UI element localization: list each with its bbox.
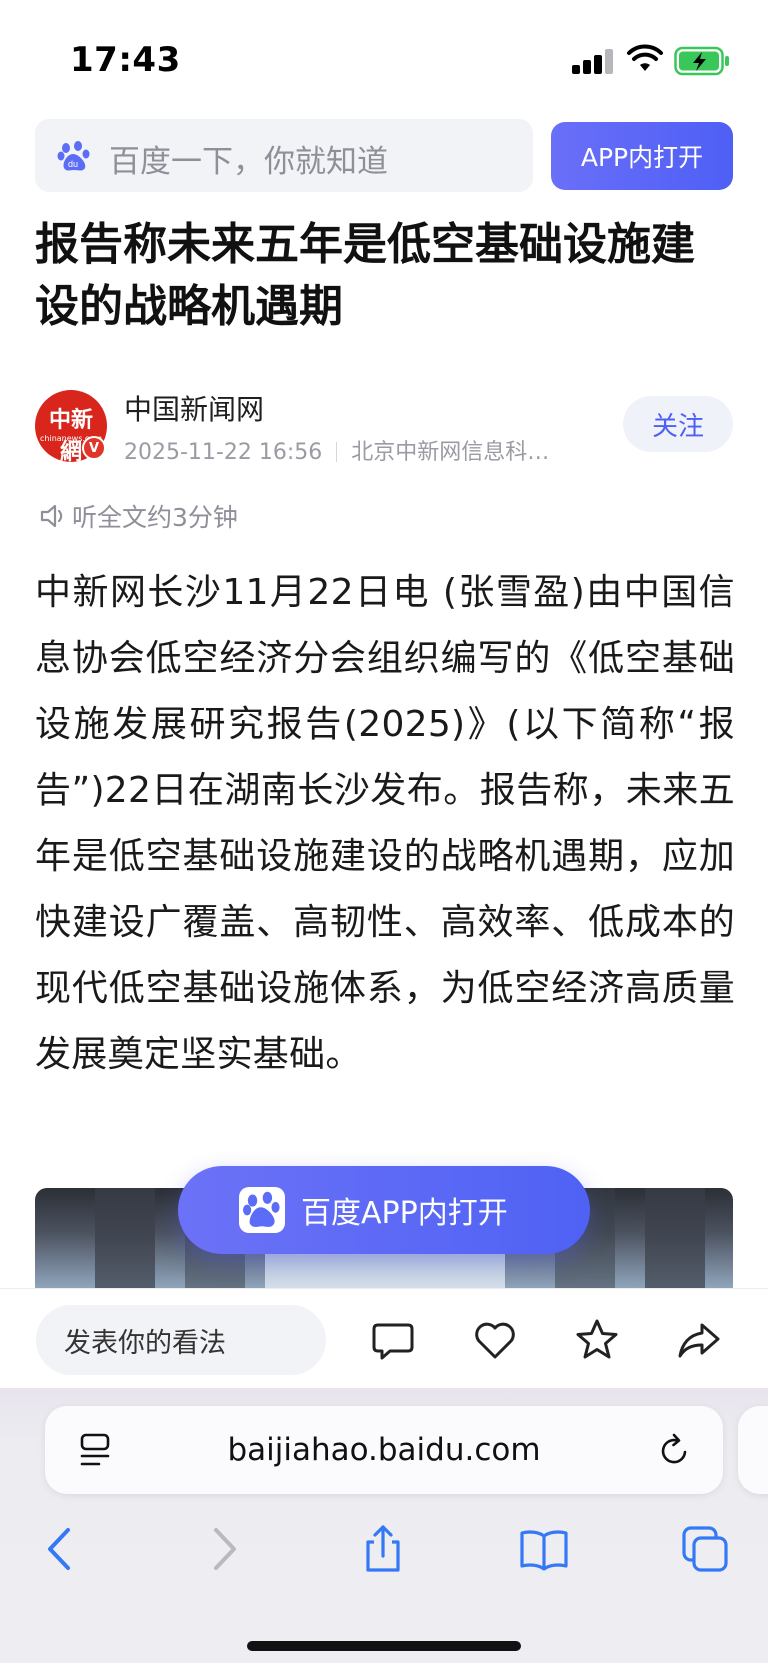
cellular-signal-icon [572,48,614,74]
tabs-icon[interactable] [680,1524,730,1574]
publish-date: 2025-11-22 16:56 [124,440,323,465]
open-in-app-button[interactable]: APP内打开 [551,122,733,190]
baidu-paw-icon: du [57,141,90,171]
share-icon[interactable] [358,1524,408,1574]
address-bar[interactable]: baijiahao.baidu.com [45,1406,723,1494]
author-name[interactable]: 中国新闻网 [124,388,264,428]
like-heart-icon[interactable] [472,1317,518,1363]
comment-input[interactable]: 发表你的看法 [36,1305,326,1375]
wifi-icon [627,44,663,71]
share-arrow-icon[interactable] [676,1317,722,1363]
search-placeholder: 百度一下，你就知道 [109,144,388,180]
svg-text:du: du [68,159,78,169]
home-indicator [247,1641,521,1651]
speaker-icon [40,504,63,528]
meta-divider [336,442,338,462]
listen-article-button[interactable]: 听全文约3分钟 [38,498,238,534]
follow-button[interactable]: 关注 [623,396,733,452]
baidu-search-box[interactable]: du 百度一下，你就知道 [35,119,533,192]
back-chevron-icon[interactable] [36,1524,86,1574]
status-time: 17:43 [70,40,181,80]
status-bar: 17:43 [0,0,768,110]
author-meta: 2025-11-22 16:56 北京中新网信息科… [124,434,549,466]
forward-chevron-icon[interactable] [198,1524,248,1574]
comment-icon[interactable] [370,1317,416,1363]
article-title: 报告称未来五年是低空基础设施建设的战略机遇期 [35,219,695,332]
publisher-source: 北京中新网信息科… [351,440,550,465]
reload-icon[interactable] [657,1430,693,1470]
article-body: 中新网长沙11月22日电 (张雪盈)由中国信息协会低空经济分会组织编写的《低空基… [35,572,735,1075]
baidu-app-icon [239,1187,285,1233]
favorite-star-icon[interactable] [574,1317,620,1363]
verified-badge-icon: V [82,436,106,460]
comment-bar: 发表你的看法 [0,1288,768,1388]
next-tab-peek[interactable] [738,1406,768,1494]
bookmarks-book-icon[interactable] [519,1524,569,1574]
floating-open-label: 百度APP内打开 [301,1196,508,1231]
battery-charging-icon [674,46,729,76]
browser-toolbar: baijiahao.baidu.com [0,1388,768,1663]
listen-label: 听全文约3分钟 [72,503,238,532]
floating-open-in-app-button[interactable]: 百度APP内打开 [178,1166,590,1254]
url-text: baijiahao.baidu.com [227,1432,541,1468]
